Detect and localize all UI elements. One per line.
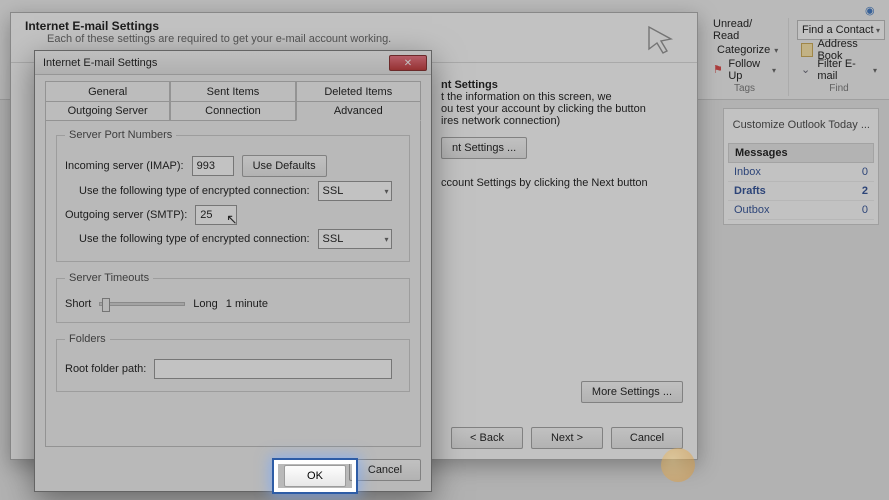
incoming-port-input[interactable] bbox=[192, 156, 234, 176]
test-settings-header: nt Settings bbox=[441, 79, 691, 91]
followup-button[interactable]: ⚑ Follow Up ▾ bbox=[709, 60, 780, 80]
dialog-title: Internet E-mail Settings bbox=[43, 57, 157, 69]
ok-button[interactable]: OK bbox=[284, 465, 346, 487]
next-button[interactable]: Next > bbox=[531, 427, 603, 449]
find-contact-label: Find a Contact bbox=[802, 24, 874, 36]
folders-legend: Folders bbox=[65, 333, 110, 345]
funnel-icon: ⌄ bbox=[801, 63, 813, 77]
short-label: Short bbox=[65, 298, 91, 310]
folder-name: Inbox bbox=[734, 166, 761, 178]
folder-count: 0 bbox=[862, 204, 868, 216]
tab-sent-items[interactable]: Sent Items bbox=[170, 81, 295, 101]
unread-label: Unread/ Read bbox=[713, 18, 776, 42]
tab-outgoing-server[interactable]: Outgoing Server bbox=[45, 101, 170, 121]
folder-row[interactable]: Inbox 0 bbox=[728, 163, 874, 182]
tab-deleted-items[interactable]: Deleted Items bbox=[296, 81, 421, 101]
filter-email-button[interactable]: ⌄ Filter E-mail ▾ bbox=[797, 60, 881, 80]
wiz-text: ccount Settings by clicking the Next but… bbox=[441, 177, 691, 189]
outlook-today-pane: Customize Outlook Today ... Messages Inb… bbox=[723, 108, 879, 225]
email-settings-dialog: Internet E-mail Settings ✕ General Sent … bbox=[34, 50, 432, 492]
folder-count: 2 bbox=[862, 185, 868, 197]
enc-label: Use the following type of encrypted conn… bbox=[79, 185, 310, 197]
tags-group-label: Tags bbox=[701, 83, 788, 94]
watermark bbox=[645, 446, 875, 486]
folder-name: Drafts bbox=[734, 185, 766, 197]
wizard-subtitle: Each of these settings are required to g… bbox=[25, 33, 391, 45]
back-button[interactable]: < Back bbox=[451, 427, 523, 449]
enc-value: SSL bbox=[323, 185, 344, 197]
incoming-encryption-select[interactable]: SSL ▾ bbox=[318, 181, 392, 201]
filter-email-label: Filter E-mail bbox=[817, 58, 869, 82]
wiz-text: t the information on this screen, we bbox=[441, 91, 691, 103]
address-book-button[interactable]: Address Book bbox=[797, 40, 881, 60]
categorize-label: Categorize bbox=[717, 44, 770, 56]
followup-label: Follow Up bbox=[728, 58, 768, 82]
messages-header: Messages bbox=[728, 143, 874, 163]
find-group-label: Find bbox=[789, 83, 889, 94]
outgoing-encryption-select[interactable]: SSL ▾ bbox=[318, 229, 392, 249]
tab-general[interactable]: General bbox=[45, 81, 170, 101]
more-settings-button[interactable]: More Settings ... bbox=[581, 381, 683, 403]
timeouts-fieldset: Server Timeouts Short Long 1 minute bbox=[56, 272, 410, 323]
outgoing-label: Outgoing server (SMTP): bbox=[65, 209, 187, 221]
tab-connection[interactable]: Connection bbox=[170, 101, 295, 121]
timeouts-legend: Server Timeouts bbox=[65, 272, 153, 284]
folder-name: Outbox bbox=[734, 204, 769, 216]
enc-value: SSL bbox=[323, 233, 344, 245]
folder-count: 0 bbox=[862, 166, 868, 178]
folders-fieldset: Folders Root folder path: bbox=[56, 333, 410, 392]
slider-thumb[interactable] bbox=[102, 298, 110, 312]
customize-link[interactable]: Customize Outlook Today ... bbox=[733, 119, 870, 131]
dialog-cancel-button[interactable]: Cancel bbox=[349, 459, 421, 481]
tab-advanced[interactable]: Advanced bbox=[296, 101, 421, 121]
flag-icon: ⚑ bbox=[713, 63, 724, 77]
long-label: Long bbox=[193, 298, 217, 310]
wiz-text: ires network connection) bbox=[441, 115, 691, 127]
categorize-button[interactable]: Categorize ▾ bbox=[709, 40, 780, 60]
close-icon[interactable]: ✕ bbox=[389, 55, 427, 71]
ok-highlight: OK bbox=[274, 460, 356, 492]
timeout-value: 1 minute bbox=[226, 298, 268, 310]
incoming-label: Incoming server (IMAP): bbox=[65, 160, 184, 172]
chevron-down-icon: ▾ bbox=[876, 26, 880, 35]
chevron-down-icon: ▾ bbox=[385, 235, 389, 244]
chevron-down-icon: ▾ bbox=[774, 46, 778, 55]
help-icon[interactable]: ◉ bbox=[865, 4, 879, 18]
chevron-down-icon: ▾ bbox=[385, 187, 389, 196]
use-defaults-button[interactable]: Use Defaults bbox=[242, 155, 327, 177]
chevron-down-icon: ▾ bbox=[772, 66, 776, 75]
enc-label: Use the following type of encrypted conn… bbox=[79, 233, 310, 245]
wiz-text: ou test your account by clicking the but… bbox=[441, 103, 691, 115]
unread-read-button[interactable]: Unread/ Read bbox=[709, 20, 780, 40]
wizard-title: Internet E-mail Settings bbox=[25, 19, 159, 33]
folder-row[interactable]: Drafts 2 bbox=[728, 182, 874, 201]
server-port-legend: Server Port Numbers bbox=[65, 129, 176, 141]
timeout-slider[interactable] bbox=[99, 302, 185, 306]
root-folder-label: Root folder path: bbox=[65, 363, 146, 375]
test-account-button[interactable]: nt Settings ... bbox=[441, 137, 527, 159]
folder-row[interactable]: Outbox 0 bbox=[728, 201, 874, 220]
server-port-fieldset: Server Port Numbers Incoming server (IMA… bbox=[56, 129, 410, 262]
test-cursor-icon bbox=[645, 23, 679, 60]
find-contact-combo[interactable]: Find a Contact▾ bbox=[797, 20, 885, 40]
chevron-down-icon: ▾ bbox=[873, 66, 877, 75]
root-folder-input[interactable] bbox=[154, 359, 392, 379]
address-book-icon bbox=[801, 43, 813, 57]
mouse-cursor-icon: ↖ bbox=[226, 211, 238, 228]
